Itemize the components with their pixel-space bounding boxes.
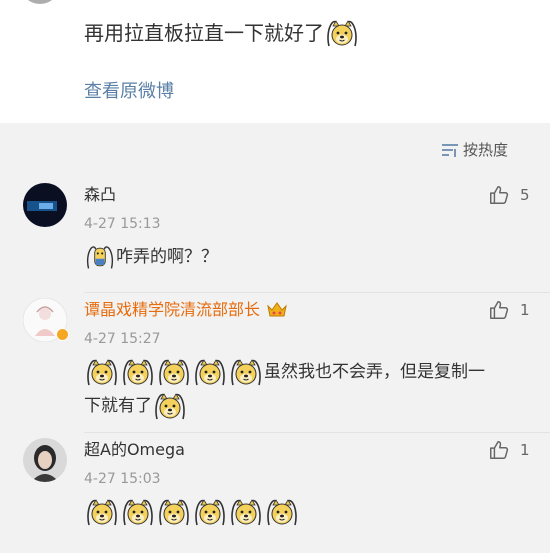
comment-content [84, 495, 524, 529]
page: 再用拉直板拉直一下就好了 查看原微博 按热度 森凸 4-27 15:13 5 咋… [0, 0, 550, 553]
comment-author[interactable]: 超A的Omega [84, 439, 185, 461]
view-original-link[interactable]: 查看原微博 [84, 80, 174, 104]
doge-emoji-icon [85, 243, 115, 271]
comment-author[interactable]: 森凸 [84, 184, 116, 206]
comment-item: 超A的Omega 4-27 15:03 1 [0, 433, 550, 553]
original-post: 再用拉直板拉直一下就好了 查看原微博 [0, 0, 550, 123]
doge-emoji-icon [85, 357, 119, 387]
doge-emoji-icon [265, 497, 299, 527]
post-text-line: 再用拉直板拉直一下就好了 [84, 18, 360, 48]
crown-badge-icon [267, 302, 287, 317]
post-text: 再用拉直板拉直一下就好了 [84, 21, 324, 45]
comment-text-line: 下就有了 [84, 396, 152, 416]
like-button[interactable]: 1 [488, 299, 530, 321]
like-count: 1 [520, 301, 530, 319]
doge-emoji-icon [85, 497, 119, 527]
thumbs-up-icon [488, 184, 510, 206]
avatar[interactable] [22, 297, 69, 343]
doge-emoji-icon [153, 391, 187, 421]
doge-emoji-icon [229, 357, 263, 387]
thumbs-up-icon [488, 299, 510, 321]
comment-time: 4-27 15:13 [84, 216, 161, 232]
doge-emoji-icon [229, 497, 263, 527]
sort-by-hot-button[interactable]: 按热度 [441, 139, 508, 160]
avatar[interactable] [23, 183, 67, 227]
comment-content: 虽然我也不会弄，但是复制一 下就有了 [84, 355, 524, 423]
comment-content: 咋弄的啊？？ [84, 240, 524, 274]
comment-item: 谭晶戏精学院清流部部长 4-27 15:27 1 虽然我也不会弄，但是复制一 下… [0, 293, 550, 433]
like-button[interactable]: 5 [488, 184, 530, 206]
like-button[interactable]: 1 [488, 439, 530, 461]
comments-section: 按热度 森凸 4-27 15:13 5 咋弄的啊？？ 谭晶戏精学院清流部部长 4… [0, 123, 550, 553]
sort-label: 按热度 [462, 141, 508, 159]
avatar[interactable] [23, 438, 67, 482]
doge-emoji-icon [157, 357, 191, 387]
like-count: 5 [520, 186, 530, 204]
comment-text-line: 虽然我也不会弄，但是复制一 [264, 362, 485, 382]
comment-item: 森凸 4-27 15:13 5 咋弄的啊？？ [0, 178, 550, 293]
author-name: 谭晶戏精学院清流部部长 [84, 300, 261, 319]
doge-emoji-icon [121, 497, 155, 527]
thumbs-up-icon [488, 439, 510, 461]
doge-emoji-icon [193, 497, 227, 527]
sort-lines-icon [441, 143, 458, 157]
comment-time: 4-27 15:03 [84, 471, 161, 487]
avatar [20, 0, 60, 4]
comment-author[interactable]: 谭晶戏精学院清流部部长 [84, 299, 288, 321]
doge-emoji-icon [121, 357, 155, 387]
doge-emoji-icon [157, 497, 191, 527]
like-count: 1 [520, 441, 530, 459]
verified-badge [56, 328, 69, 341]
sort-bar: 按热度 [0, 123, 550, 173]
comment-time: 4-27 15:27 [84, 331, 161, 347]
doge-emoji-icon [325, 18, 359, 48]
doge-emoji-icon [193, 357, 227, 387]
comment-text: 咋弄的啊？？ [116, 247, 218, 267]
